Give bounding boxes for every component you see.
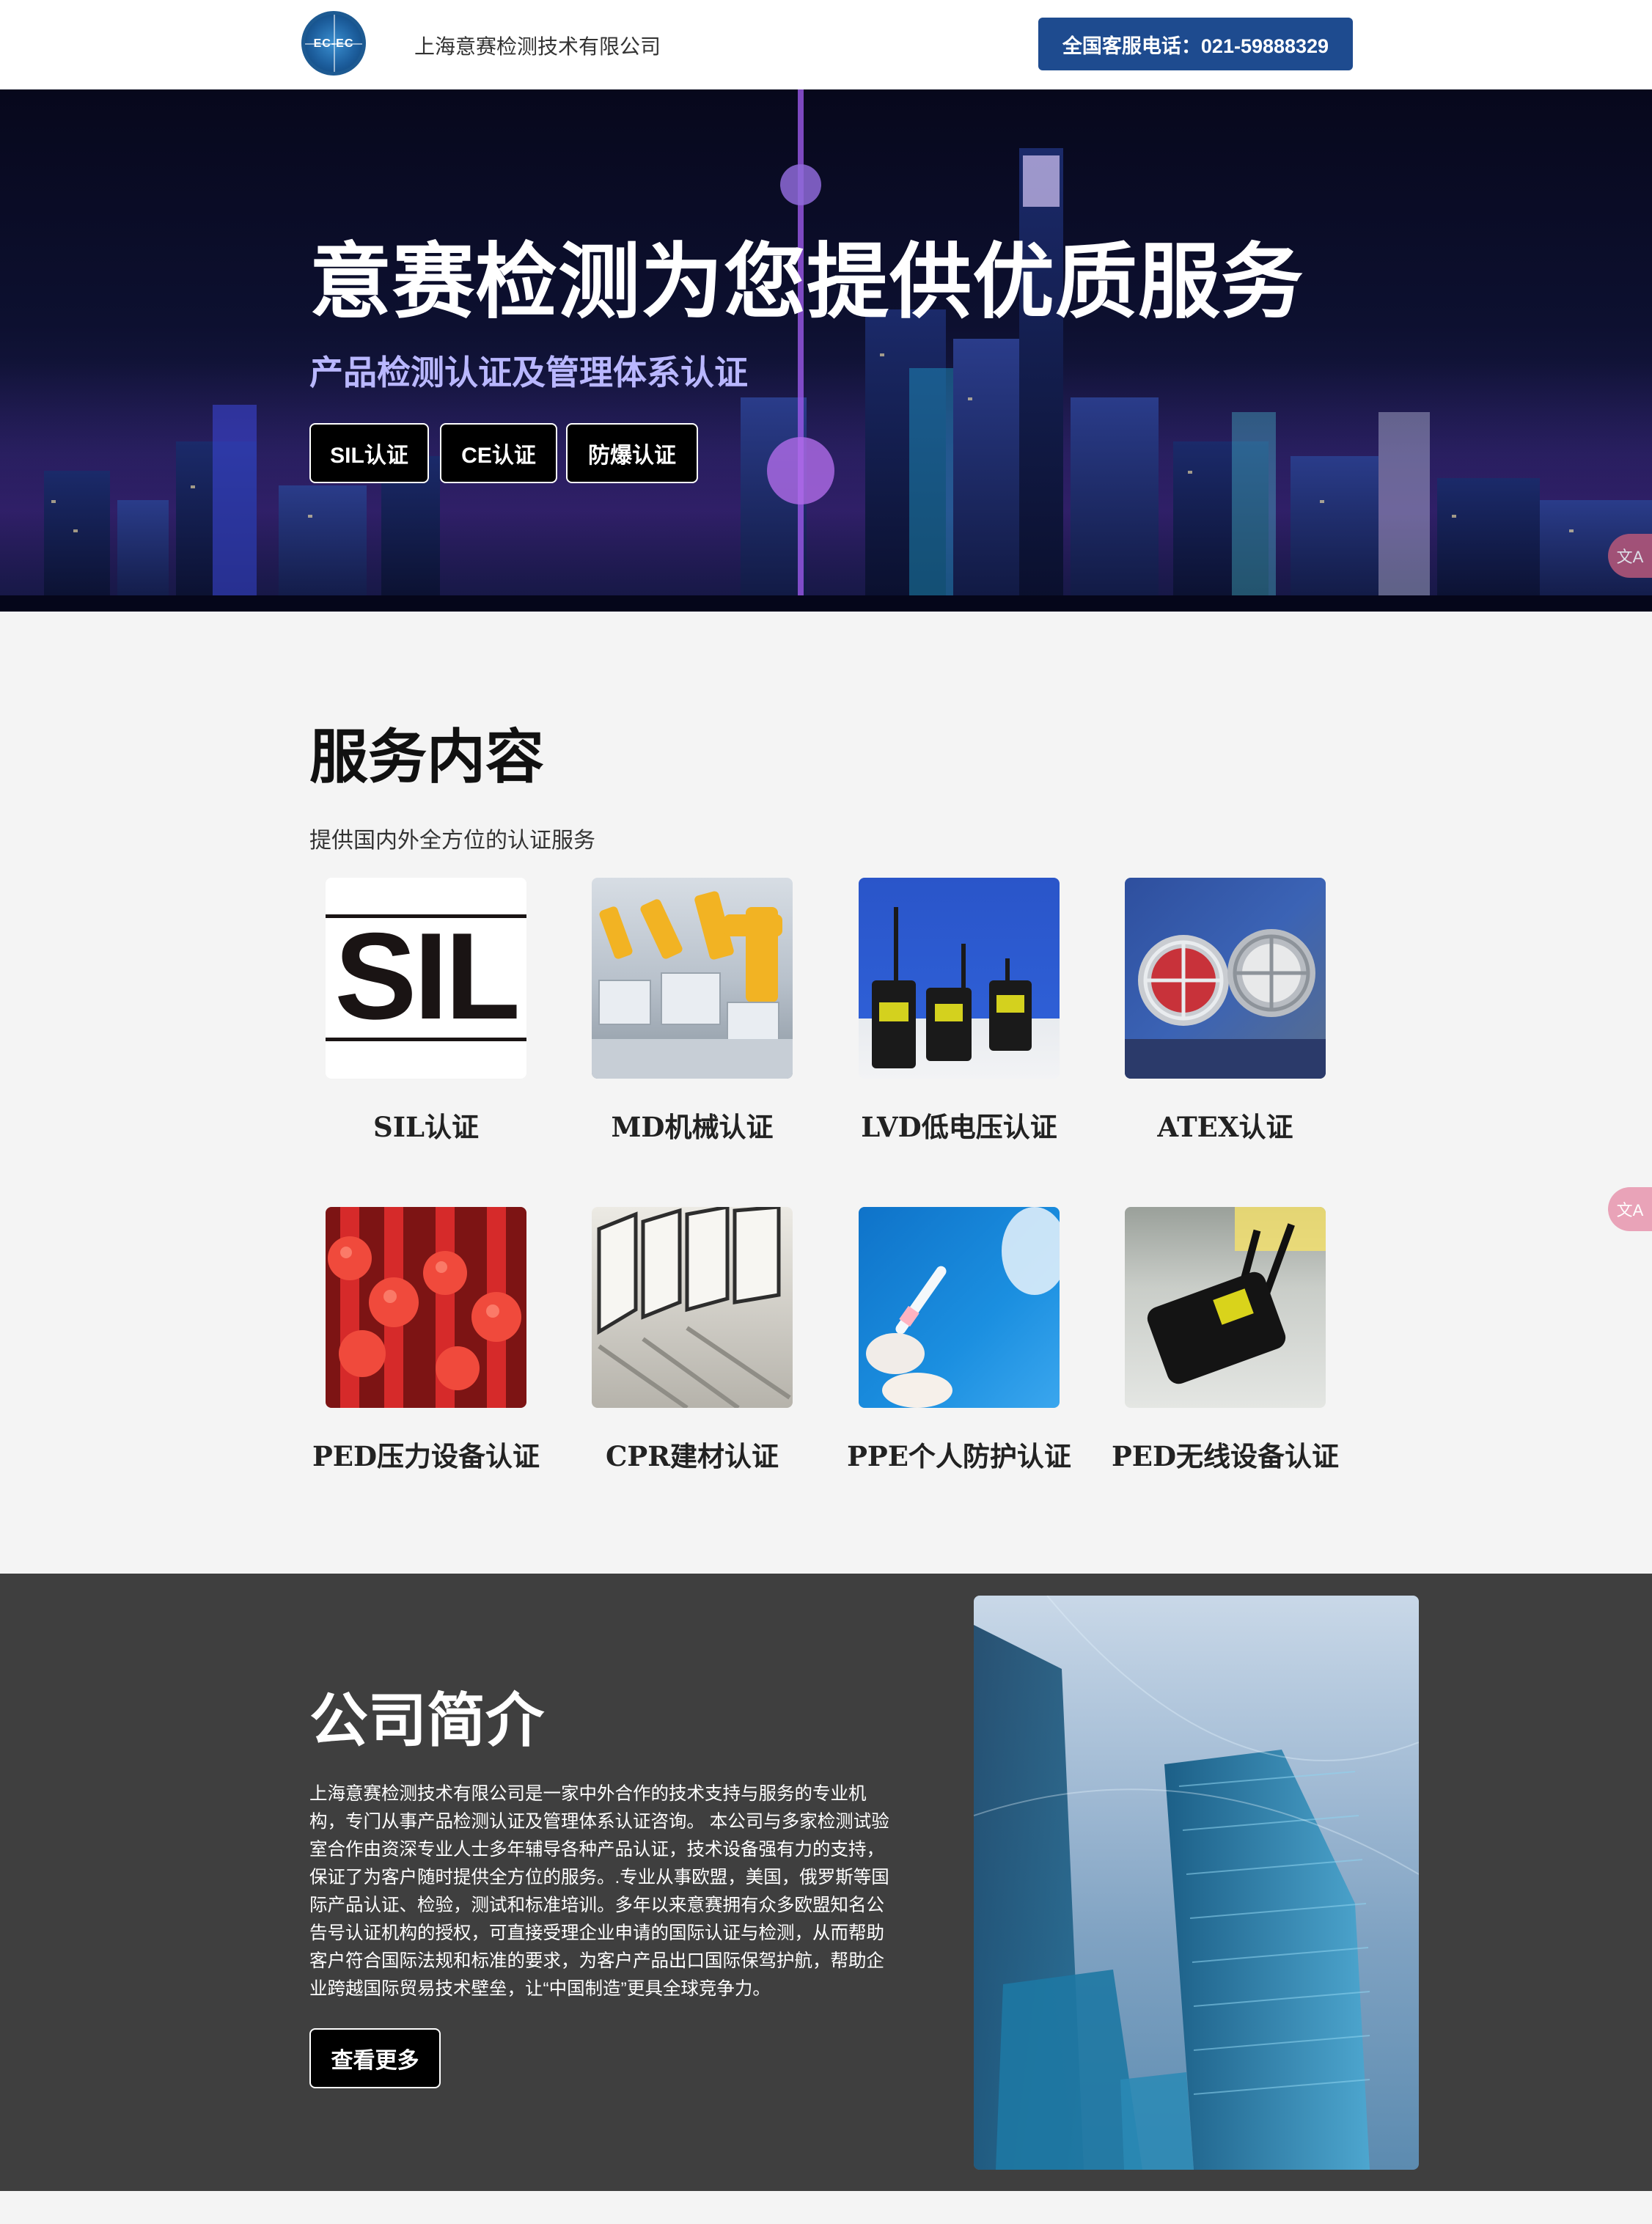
explosion-proof-cert-button[interactable]: 防爆认证 <box>566 423 698 483</box>
service-card-cpr[interactable]: CPR建材认证 <box>560 1207 824 1474</box>
service-card-atex[interactable]: ATEX认证 <box>1093 878 1357 1145</box>
service-label: MD机械认证 <box>611 1111 774 1143</box>
sil-logo-text: SIL <box>334 907 520 1045</box>
service-card-sil[interactable]: SIL SIL认证 <box>294 878 558 1145</box>
service-card-lvd[interactable]: LVD低电压认证 <box>827 878 1091 1145</box>
translate-icon[interactable]: 文A <box>1608 534 1652 578</box>
service-label: PED无线设备认证 <box>1111 1440 1340 1472</box>
site-header: EC-EC 上海意赛检测技术有限公司 全国客服电话：021-59888329 <box>0 0 1652 89</box>
service-label: LVD低电压认证 <box>861 1111 1057 1143</box>
services-title: 服务内容 <box>309 724 544 790</box>
service-label: SIL认证 <box>372 1111 480 1143</box>
robot-arms-image <box>592 878 793 1079</box>
medical-test-image <box>859 1207 1060 1408</box>
wireless-device-image <box>1125 1207 1326 1408</box>
company-logo[interactable]: EC-EC <box>301 11 366 76</box>
about-section: 公司简介 上海意赛检测技术有限公司是一家中外合作的技术支持与服务的专业机构，专门… <box>0 1574 1652 2191</box>
hero-title: 意赛检测为您提供优质服务 <box>309 236 1304 328</box>
service-card-ped-pressure[interactable]: PED压力设备认证 <box>294 1207 558 1474</box>
skyscraper-image <box>974 1596 1419 2170</box>
about-paragraph: 上海意赛检测技术有限公司是一家中外合作的技术支持与服务的专业机构，专门从事产品检… <box>309 1784 889 1999</box>
city-skyline-image <box>0 89 1652 612</box>
sil-cert-button[interactable]: SIL认证 <box>309 423 429 483</box>
service-card-md[interactable]: MD机械认证 <box>560 878 824 1145</box>
explosion-proof-lamps-image <box>1125 878 1326 1079</box>
view-more-button[interactable]: 查看更多 <box>309 2028 441 2088</box>
service-label: PED压力设备认证 <box>312 1440 540 1472</box>
hotline-button[interactable]: 全国客服电话：021-59888329 <box>1038 18 1353 70</box>
about-title: 公司简介 <box>309 1688 544 1753</box>
company-name: 上海意赛检测技术有限公司 <box>414 35 661 58</box>
translate-icon[interactable]: 文A <box>1608 1187 1652 1231</box>
logo-text: EC-EC <box>313 37 354 50</box>
service-label: PPE个人防护认证 <box>847 1440 1071 1472</box>
sil-logo: SIL <box>326 878 526 1079</box>
red-valves-image <box>326 1207 526 1408</box>
ce-cert-button[interactable]: CE认证 <box>440 423 557 483</box>
service-card-ppe[interactable]: PPE个人防护认证 <box>827 1207 1091 1474</box>
service-card-ped-wireless[interactable]: PED无线设备认证 <box>1093 1207 1357 1474</box>
glass-panels-image <box>592 1207 793 1408</box>
radio-devices-image <box>859 878 1060 1079</box>
hero-subtitle: 产品检测认证及管理体系认证 <box>309 353 748 392</box>
service-label: ATEX认证 <box>1157 1111 1293 1143</box>
service-label: CPR建材认证 <box>605 1440 779 1472</box>
hero-banner: 意赛检测为您提供优质服务 产品检测认证及管理体系认证 SIL认证 CE认证 防爆… <box>0 89 1652 612</box>
services-subtitle: 提供国内外全方位的认证服务 <box>309 829 595 853</box>
